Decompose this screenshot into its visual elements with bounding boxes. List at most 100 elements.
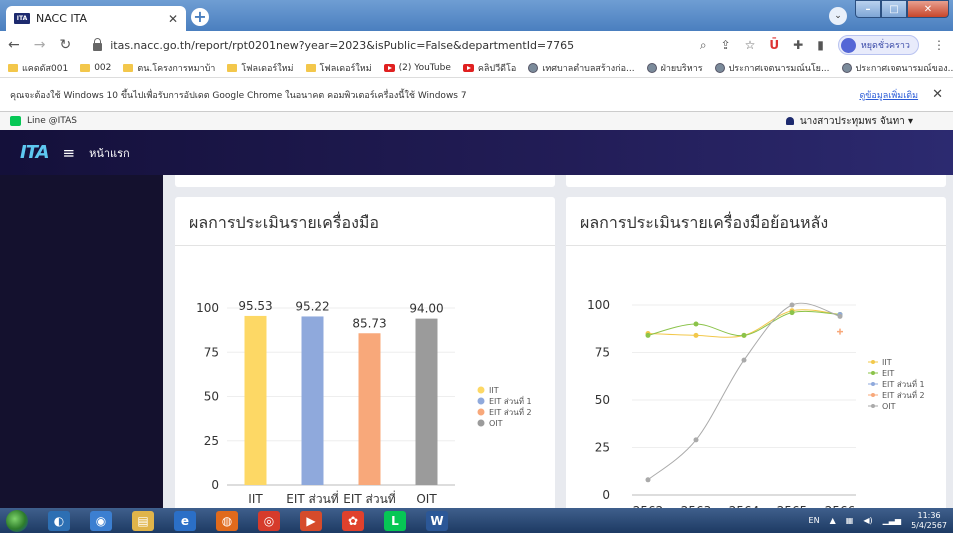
bookmark-item[interactable]: เทศบาลตำบลสร้างก่อ...: [528, 61, 635, 75]
start-button[interactable]: [6, 509, 28, 532]
zoom-icon[interactable]: ⌕: [700, 38, 707, 53]
globe-icon: [528, 63, 539, 73]
tab-search-icon[interactable]: ⌄: [829, 7, 847, 25]
x-tick-label: EIT ส่วนที่: [286, 490, 339, 506]
y-tick-label: 0: [602, 488, 610, 502]
forward-arrow-icon[interactable]: →: [34, 37, 46, 53]
tab-title: NACC ITA: [36, 12, 88, 25]
bookmark-item[interactable]: คลิปวีดีโอ: [462, 61, 517, 75]
legend-swatch: [477, 408, 485, 416]
puzzle-extensions-icon[interactable]: ✚: [793, 38, 803, 52]
address-bar: ← → ↻ itas.nacc.go.th/report/rpt0201new?…: [0, 31, 953, 59]
app-icon[interactable]: ✿: [342, 510, 364, 531]
legend-marker: [871, 393, 875, 397]
nav-home-link[interactable]: หน้าแรก: [89, 144, 130, 162]
share-icon[interactable]: ⇪: [721, 38, 731, 52]
bookmark-item[interactable]: แคดดัส001: [8, 61, 68, 75]
data-point: [789, 302, 795, 308]
language-indicator[interactable]: EN: [809, 516, 820, 525]
bookmark-item[interactable]: โฟลเดอร์ใหม่: [227, 61, 294, 75]
maximize-button[interactable]: □: [881, 0, 907, 18]
line-icon: [10, 116, 21, 126]
infobar-learn-more-link[interactable]: ดูข้อมูลเพิ่มเติม: [859, 88, 918, 102]
legend-label: EIT: [882, 369, 894, 378]
tab-close-icon[interactable]: ✕: [168, 12, 178, 26]
ita-logo[interactable]: ITA: [20, 142, 49, 163]
menu-kebab-icon[interactable]: ⋮: [933, 38, 945, 52]
word-icon[interactable]: W: [426, 510, 448, 531]
bookmark-label: โฟลเดอร์ใหม่: [319, 64, 372, 74]
bookmark-label: คลิปวีดีโอ: [477, 64, 517, 74]
browser-tab-strip: ITA NACC ITA ✕ + ⌄ – □ ✕: [0, 0, 953, 31]
bookmark-item[interactable]: ฝ่ายบริหาร: [646, 61, 703, 75]
x-tick-label: EIT ส่วนที่: [343, 490, 396, 506]
bell-icon[interactable]: [785, 117, 794, 125]
extension-icon[interactable]: Ū: [769, 38, 779, 52]
legend-swatch: [477, 386, 485, 394]
bookmark-item[interactable]: ประกาศเจตนารมณ์ของ...: [841, 61, 953, 75]
bar: [358, 333, 381, 485]
close-window-button[interactable]: ✕: [907, 0, 949, 18]
back-arrow-icon[interactable]: ←: [8, 37, 20, 53]
clock[interactable]: 11:36 5/4/2567: [911, 511, 947, 531]
new-tab-button[interactable]: +: [191, 8, 209, 26]
volume-icon[interactable]: ◀): [863, 516, 872, 525]
profile-label: หยุดชั่วคราว: [860, 41, 910, 51]
side-panel-icon[interactable]: ▮: [817, 38, 824, 52]
bookmark-item[interactable]: ประกาศเจตนารมณ์นโย...: [714, 61, 830, 75]
bookmark-label: (2) YouTube: [398, 63, 451, 73]
chrome-taskbar-icon[interactable]: ◉: [90, 510, 112, 531]
clock-date: 5/4/2567: [911, 520, 947, 530]
y-tick-label: 50: [204, 390, 219, 404]
data-point: [741, 332, 747, 338]
site-topbar: Line @ITAS นางสาวประทุมพร จันทา ▾: [0, 112, 953, 130]
tray-arrow-icon[interactable]: ▲: [830, 516, 836, 525]
hamburger-menu-icon[interactable]: ≡: [63, 144, 76, 162]
chrome-active-icon[interactable]: ◎: [258, 510, 280, 531]
bookmark-item[interactable]: ตน.โครงการหมาบ้า: [123, 61, 215, 75]
line-chart-card: ผลการประเมินรายเครื่องมือย้อนหลัง 0 25 50 7…: [566, 197, 946, 508]
bar-value-label: 94.00: [409, 302, 443, 316]
media-player-icon[interactable]: ◐: [48, 510, 70, 531]
network-icon[interactable]: ▦: [846, 516, 854, 525]
legend-marker: [871, 404, 875, 408]
card-top-right: [566, 175, 946, 187]
infobar-message: คุณจะต้องใช้ Windows 10 ขึ้นไปเพื่อรับกา…: [10, 90, 467, 101]
bookmark-item[interactable]: (2) YouTube: [383, 63, 451, 73]
infobar-close-icon[interactable]: ✕: [932, 87, 943, 102]
clock-time: 11:36: [917, 510, 941, 520]
card-top-left: [175, 175, 555, 187]
profile-button[interactable]: หยุดชั่วคราว: [837, 35, 919, 55]
bookmark-label: 002: [94, 63, 112, 73]
avatar-icon: [840, 37, 856, 53]
bookmark-item[interactable]: 002: [80, 63, 111, 73]
user-menu[interactable]: นางสาวประทุมพร จันทา ▾: [800, 114, 913, 129]
bookmark-item[interactable]: โฟลเดอร์ใหม่: [305, 61, 372, 75]
data-point: [645, 477, 651, 483]
url-omnibox[interactable]: itas.nacc.go.th/report/rpt0201new?year=2…: [85, 34, 686, 56]
data-point: [693, 321, 699, 327]
internet-explorer-icon[interactable]: e: [174, 510, 196, 531]
bookmark-star-icon[interactable]: ☆: [745, 38, 756, 52]
signal-icon[interactable]: ▁▃▅: [883, 516, 901, 525]
file-explorer-icon[interactable]: ▤: [132, 510, 154, 531]
line-taskbar-icon[interactable]: L: [384, 510, 406, 531]
media-icon[interactable]: ▶: [300, 510, 322, 531]
firefox-icon[interactable]: ◍: [216, 510, 238, 531]
legend-label: EIT ส่วนที่ 2: [882, 389, 925, 400]
folder-icon: [8, 64, 18, 72]
legend-swatch: [477, 419, 485, 427]
y-tick-label: 50: [595, 393, 610, 407]
folder-icon: [305, 64, 316, 72]
line-link[interactable]: Line @ITAS: [27, 116, 77, 126]
browser-tab[interactable]: ITA NACC ITA ✕: [6, 6, 186, 31]
data-point: [693, 332, 699, 338]
reload-icon[interactable]: ↻: [59, 37, 71, 53]
ita-favicon-icon: ITA: [14, 13, 30, 24]
bar-value-label: 95.53: [238, 299, 272, 313]
windows-taskbar: ◐ ◉ ▤ e ◍ ◎ ▶ ✿ L W EN ▲ ▦ ◀) ▁▃▅ 11:36 …: [0, 508, 953, 533]
bar: [415, 318, 438, 485]
minimize-button[interactable]: –: [855, 0, 881, 18]
lock-icon: [93, 37, 103, 51]
legend-marker: [871, 371, 875, 375]
